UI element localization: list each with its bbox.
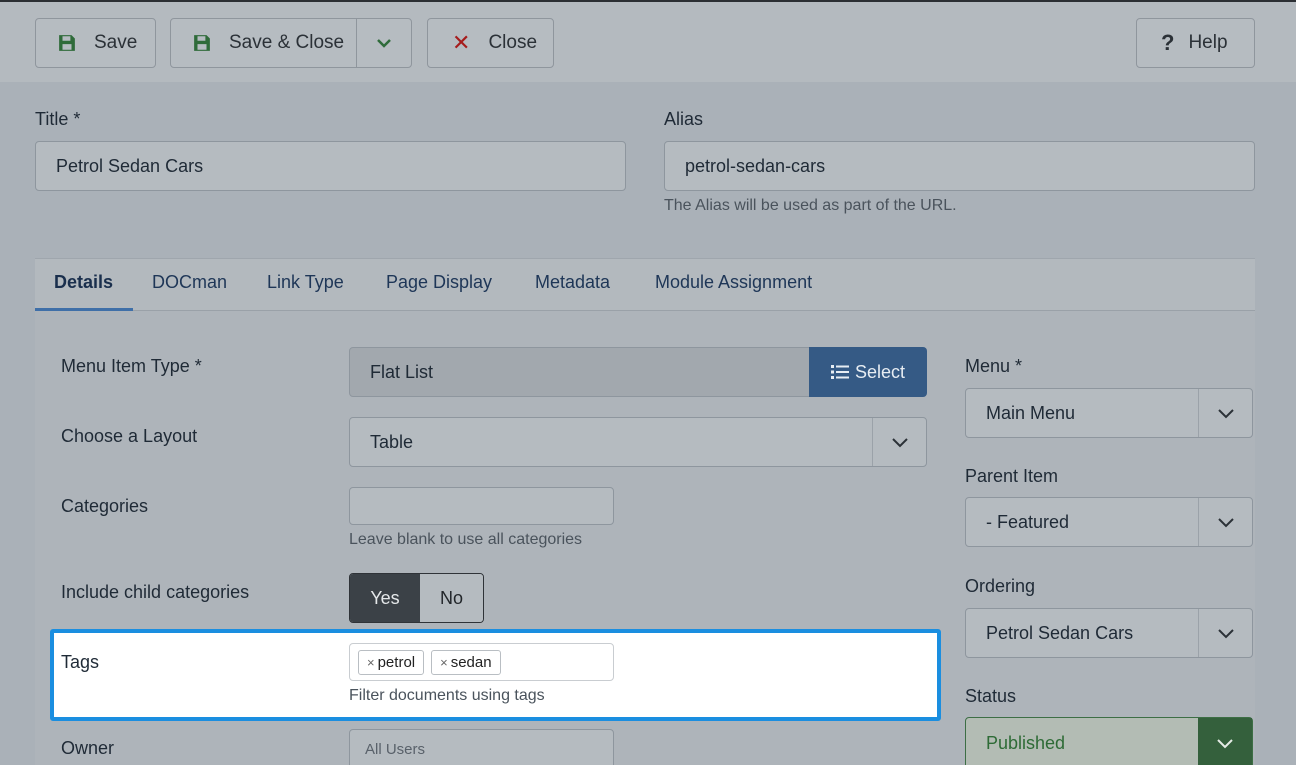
ordering-value: Petrol Sedan Cars (986, 622, 1134, 643)
layout-select[interactable]: Table (349, 417, 927, 467)
categories-label: Categories (61, 496, 149, 516)
tag-chip: × petrol (358, 649, 425, 675)
tab-docman[interactable]: DOCman (152, 272, 227, 293)
save-options-dropdown[interactable] (357, 19, 411, 67)
menu-item-type-value: Flat List (370, 361, 434, 382)
ordering-dropdown-toggle (1198, 609, 1252, 657)
menu-select[interactable]: Main Menu (965, 388, 1253, 438)
tab-module-assignment[interactable]: Module Assignment (655, 272, 812, 293)
chevron-down-icon (1217, 623, 1235, 644)
remove-tag-icon[interactable]: × (367, 655, 375, 670)
toolbar: Save Save & Close ✕ Close ? Help (0, 0, 1296, 82)
help-button-label: Help (1188, 32, 1228, 53)
floppy-disk-icon (58, 34, 76, 52)
save-close-button-group: Save & Close (170, 18, 412, 68)
parent-item-select[interactable]: - Featured (965, 497, 1253, 547)
tab-details[interactable]: Details (54, 272, 113, 293)
owner-select[interactable]: All Users (349, 729, 614, 765)
status-label: Status (965, 686, 1017, 706)
floppy-disk-icon (193, 34, 211, 52)
select-button-label: Select (854, 361, 906, 382)
title-label: Title * (35, 109, 81, 129)
menu-item-type-label: Menu Item Type * (61, 356, 202, 376)
chevron-down-icon (1217, 512, 1235, 533)
alias-label: Alias (664, 109, 704, 129)
save-button-label: Save (94, 32, 138, 53)
tags-input[interactable]: × petrol × sedan (349, 643, 614, 681)
status-dropdown-toggle (1198, 718, 1252, 765)
tag-label: petrol (377, 653, 416, 671)
toggle-no[interactable]: No (420, 574, 483, 622)
owner-label: Owner (61, 738, 115, 758)
chevron-down-icon (1216, 733, 1234, 754)
help-button[interactable]: ? Help (1136, 18, 1255, 68)
title-input[interactable]: Petrol Sedan Cars (35, 141, 626, 191)
layout-label: Choose a Layout (61, 426, 198, 446)
include-child-toggle: Yes No (349, 573, 484, 623)
question-icon: ? (1161, 30, 1175, 55)
tag-label: sedan (450, 653, 492, 671)
categories-hint: Leave blank to use all categories (349, 531, 583, 548)
list-icon (830, 364, 849, 380)
layout-dropdown-toggle (872, 418, 926, 466)
title-value: Petrol Sedan Cars (56, 155, 204, 176)
owner-placeholder: All Users (365, 740, 426, 758)
menu-value: Main Menu (986, 402, 1076, 423)
layout-value: Table (370, 431, 414, 452)
parent-item-value: - Featured (986, 511, 1070, 532)
status-value: Published (986, 732, 1066, 753)
chevron-down-icon (891, 432, 909, 453)
save-button[interactable]: Save (35, 18, 156, 68)
parent-dropdown-toggle (1198, 498, 1252, 546)
chevron-down-icon (376, 32, 392, 54)
chevron-down-icon (1217, 403, 1235, 424)
save-close-label: Save & Close (229, 32, 345, 53)
tag-chip: × sedan (431, 649, 501, 675)
menu-dropdown-toggle (1198, 389, 1252, 437)
close-button-label: Close (488, 32, 538, 53)
tab-page-display[interactable]: Page Display (386, 272, 492, 293)
ordering-select[interactable]: Petrol Sedan Cars (965, 608, 1253, 658)
tags-label: Tags (61, 652, 100, 672)
alias-value: petrol-sedan-cars (685, 155, 826, 176)
categories-input[interactable] (349, 487, 614, 525)
tab-metadata[interactable]: Metadata (535, 272, 610, 293)
menu-item-type-input: Flat List (349, 347, 810, 397)
tab-link-type[interactable]: Link Type (267, 272, 344, 293)
alias-input[interactable]: petrol-sedan-cars (664, 141, 1255, 191)
close-icon: ✕ (452, 30, 471, 55)
alias-hint: The Alias will be used as part of the UR… (664, 197, 957, 214)
toggle-yes[interactable]: Yes (350, 574, 420, 622)
parent-item-label: Parent Item (965, 466, 1059, 486)
include-child-label: Include child categories (61, 582, 250, 602)
save-close-button[interactable]: Save & Close (171, 19, 357, 67)
ordering-label: Ordering (965, 576, 1036, 596)
tab-bar: Details DOCman Link Type Page Display Me… (35, 259, 1255, 311)
tags-hint: Filter documents using tags (349, 687, 545, 704)
active-tab-indicator (35, 308, 133, 311)
select-menu-item-type-button[interactable]: Select (809, 347, 927, 397)
remove-tag-icon[interactable]: × (440, 655, 448, 670)
menu-label: Menu * (965, 356, 1023, 376)
status-select[interactable]: Published (965, 717, 1253, 765)
close-button[interactable]: ✕ Close (427, 18, 554, 68)
